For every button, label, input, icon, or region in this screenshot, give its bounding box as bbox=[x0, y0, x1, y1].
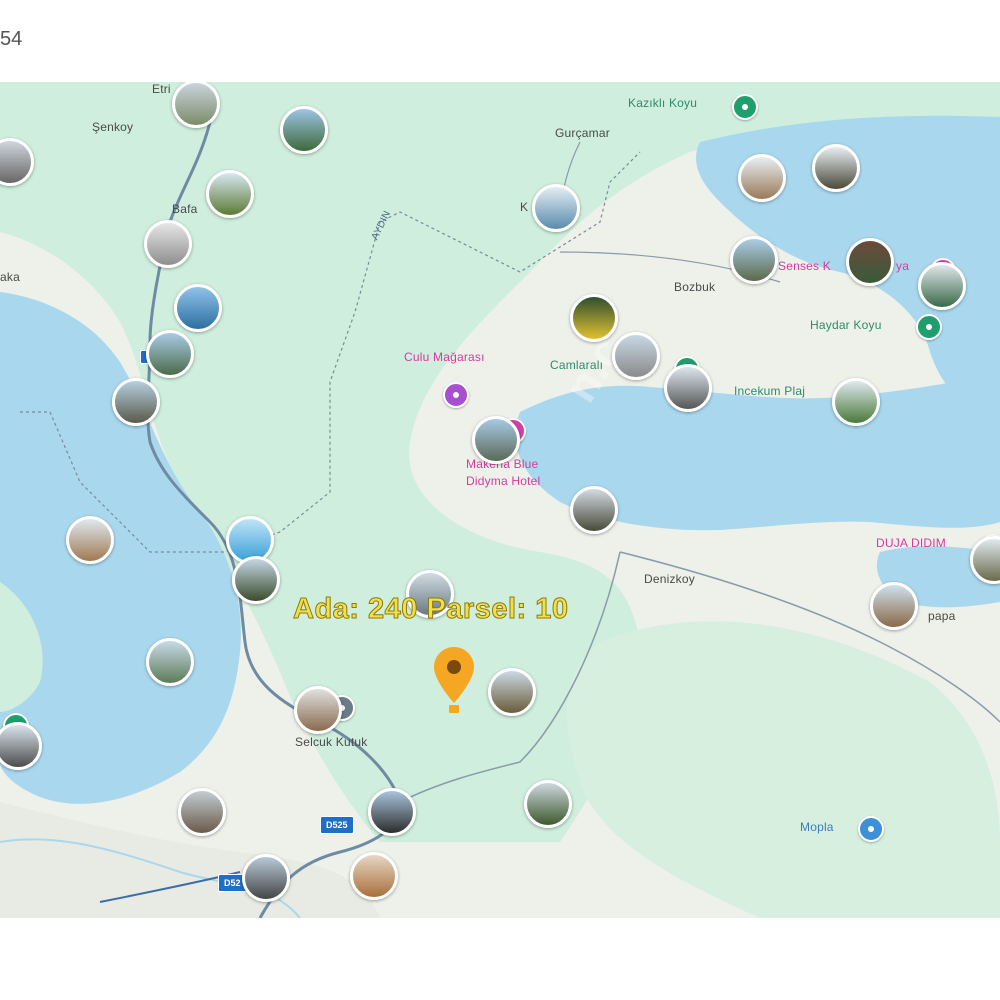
photo-thumbnail[interactable] bbox=[812, 144, 860, 192]
place-label: Incekum Plaj bbox=[734, 384, 806, 398]
photo-thumbnail[interactable] bbox=[730, 236, 778, 284]
photo-thumbnail[interactable] bbox=[532, 184, 580, 232]
photo-thumbnail[interactable] bbox=[206, 170, 254, 218]
photo-thumbnail[interactable] bbox=[612, 332, 660, 380]
place-label: aka bbox=[0, 270, 20, 284]
map-base-layer bbox=[0, 82, 1000, 918]
photo-thumbnail[interactable] bbox=[832, 378, 880, 426]
place-label: Denizkoy bbox=[644, 572, 695, 586]
place-label: Mopla bbox=[800, 820, 834, 834]
place-label: Etri bbox=[152, 82, 171, 96]
photo-thumbnail[interactable] bbox=[738, 154, 786, 202]
place-label: Culu Mağarası bbox=[404, 350, 485, 364]
photo-thumbnail[interactable] bbox=[66, 516, 114, 564]
map-pin-icon[interactable] bbox=[432, 645, 476, 717]
photo-thumbnail[interactable] bbox=[368, 788, 416, 836]
road-shield: D525 bbox=[320, 816, 354, 834]
photo-thumbnail[interactable] bbox=[178, 788, 226, 836]
photo-thumbnail[interactable] bbox=[242, 854, 290, 902]
park-icon[interactable] bbox=[732, 94, 758, 120]
photo-thumbnail[interactable] bbox=[488, 668, 536, 716]
photo-thumbnail[interactable] bbox=[846, 238, 894, 286]
place-label: DUJA DIDIM bbox=[876, 536, 947, 550]
photo-thumbnail[interactable] bbox=[232, 556, 280, 604]
parcel-label: Ada: 240 Parsel: 10 bbox=[292, 593, 569, 626]
photo-thumbnail[interactable] bbox=[570, 486, 618, 534]
photo-thumbnail[interactable] bbox=[146, 330, 194, 378]
photo-thumbnail[interactable] bbox=[870, 582, 918, 630]
photo-thumbnail[interactable] bbox=[294, 686, 342, 734]
place-label: Senses K bbox=[778, 259, 831, 273]
photo-thumbnail[interactable] bbox=[174, 284, 222, 332]
place-label: Kazıklı Koyu bbox=[628, 96, 698, 110]
place-label: ya bbox=[896, 259, 910, 273]
place-label: Selcuk Kutuk bbox=[295, 735, 368, 749]
place-label: Camlaralı bbox=[550, 358, 604, 372]
place-label: Didyma Hotel bbox=[466, 474, 541, 488]
photo-thumbnail[interactable] bbox=[664, 364, 712, 412]
photo-thumbnail[interactable] bbox=[146, 638, 194, 686]
place-label: papa bbox=[928, 609, 956, 623]
museum-icon[interactable] bbox=[443, 382, 469, 408]
photo-thumbnail[interactable] bbox=[918, 262, 966, 310]
place-label: Haydar Koyu bbox=[810, 318, 882, 332]
photo-thumbnail[interactable] bbox=[144, 220, 192, 268]
header-fragment: 54 bbox=[0, 28, 23, 50]
place-label: Gurçamar bbox=[555, 126, 610, 140]
map-canvas[interactable]: n.c Etri Şenkoy Bafa aka Kazıklı Koyu Gu… bbox=[0, 82, 1000, 918]
photo-thumbnail[interactable] bbox=[280, 106, 328, 154]
place-label: K bbox=[520, 200, 529, 214]
photo-thumbnail[interactable] bbox=[472, 416, 520, 464]
place-icon[interactable] bbox=[858, 816, 884, 842]
place-label: Bafa bbox=[172, 202, 198, 216]
photo-thumbnail[interactable] bbox=[112, 378, 160, 426]
park-icon[interactable] bbox=[916, 314, 942, 340]
photo-thumbnail[interactable] bbox=[524, 780, 572, 828]
photo-thumbnail[interactable] bbox=[172, 82, 220, 128]
place-label: Bozbuk bbox=[674, 280, 716, 294]
photo-thumbnail[interactable] bbox=[570, 294, 618, 342]
place-label: Şenkoy bbox=[92, 120, 134, 134]
photo-thumbnail[interactable] bbox=[350, 852, 398, 900]
